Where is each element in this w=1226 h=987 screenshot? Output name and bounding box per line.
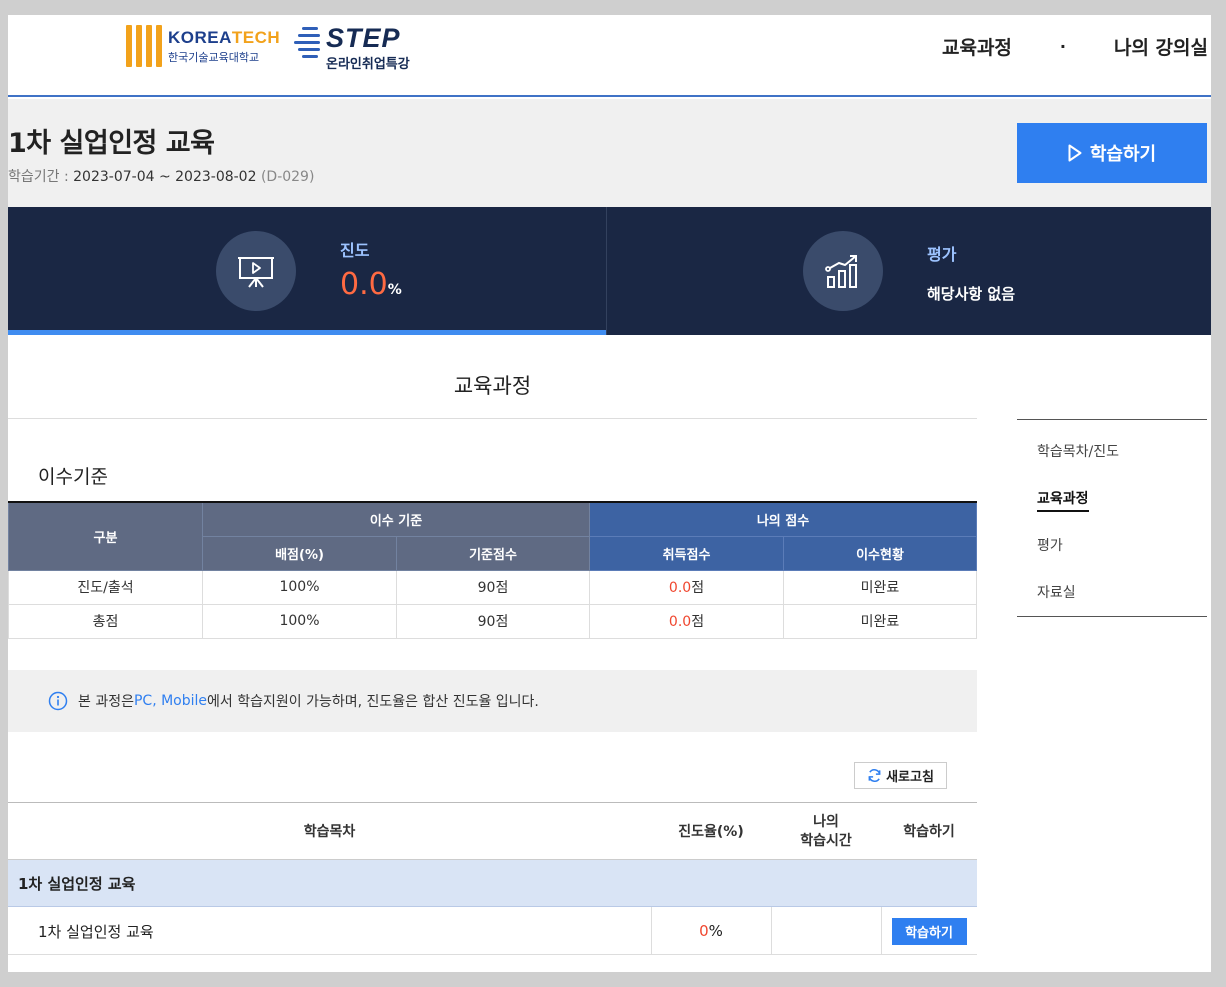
side-item-resources[interactable]: 자료실 [1037, 582, 1076, 602]
nav-curriculum[interactable]: 교육과정 [942, 33, 1012, 60]
notice-prefix: 본 과정은 [78, 694, 134, 710]
col-lesson-title: 학습목차 [303, 823, 356, 840]
lesson-study-button[interactable]: 학습하기 [891, 917, 967, 945]
row-category: 진도/출석 [8, 569, 203, 605]
stats-band: 진도 0.0% 평가 해당사항 없음 [0, 207, 1226, 335]
row-earned: 0.0점 [589, 569, 784, 605]
active-stat-indicator [8, 330, 606, 335]
section-title: 교육과정 [453, 374, 532, 398]
site-header: KOREATECH 한국기술교육대학교 STEP 온라인취업특강 교육과정 · … [0, 15, 1226, 97]
side-nav-bottom-line [1017, 616, 1207, 617]
course-title-band: 1차 실업인정 교육 학습기간 : 2023-07-04 ~ 2023-08-0… [0, 99, 1226, 207]
refresh-icon [868, 769, 881, 782]
table-row: 1차 실업인정 교육 0% 학습하기 [8, 907, 977, 955]
screenshot-frame [1211, 0, 1226, 987]
notice-box: 본 과정은 PC, Mobile 에서 학습지원이 가능하며, 진도율은 합산 … [8, 670, 977, 732]
group-criteria: 이수 기준 [202, 501, 590, 537]
table-row: 진도/출석 100% 90점 0.0점 미완료 [8, 569, 977, 605]
evaluation-label: 평가 [927, 245, 957, 264]
side-item-curriculum[interactable]: 교육과정 [1037, 488, 1089, 512]
evaluation-stat[interactable]: 평가 해당사항 없음 [607, 207, 1226, 335]
lesson-study-time [771, 907, 881, 955]
side-item-evaluation[interactable]: 평가 [1037, 535, 1063, 555]
lesson-group-row: 1차 실업인정 교육 [8, 860, 977, 907]
course-title: 1차 실업인정 교육 [8, 128, 215, 159]
lesson-progress: 0% [699, 922, 723, 940]
row-base: 90점 [396, 603, 590, 639]
criteria-heading: 이수기준 [38, 466, 108, 488]
refresh-button[interactable]: 새로고침 [854, 762, 947, 789]
step-logo-subtitle: 온라인취업특강 [326, 57, 410, 72]
refresh-label: 새로고침 [886, 769, 934, 784]
col-category: 구분 [8, 501, 203, 571]
row-status: 미완료 [783, 569, 977, 605]
top-nav: 교육과정 · 나의 강의실 [942, 33, 1208, 60]
lesson-action-cell: 학습하기 [881, 907, 977, 955]
row-status: 미완료 [783, 603, 977, 639]
col-earned-score: 취득점수 [589, 535, 784, 571]
side-nav-top-line [1017, 419, 1207, 420]
evaluation-value: 해당사항 없음 [927, 285, 1016, 303]
side-nav: 학습목차/진도 교육과정 평가 자료실 [1017, 419, 1207, 617]
study-period-value: 2023-07-04 ~ 2023-08-02 [73, 169, 257, 185]
progress-stat[interactable]: 진도 0.0% [0, 207, 606, 335]
koreatech-emblem-icon [126, 23, 162, 69]
row-earned: 0.0점 [589, 603, 784, 639]
step-logo-text: STEP [326, 23, 401, 53]
growth-chart-icon [803, 231, 883, 311]
col-weight: 배점(%) [202, 535, 397, 571]
row-weight: 100% [202, 603, 397, 639]
notice-suffix: 에서 학습지원이 가능하며, 진도율은 합산 진도율 입니다. [207, 694, 539, 710]
col-base-score: 기준점수 [396, 535, 590, 571]
lesson-title: 1차 실업인정 교육 [38, 922, 154, 941]
presentation-icon [216, 231, 296, 311]
row-category: 총점 [8, 603, 203, 639]
row-base: 90점 [396, 569, 590, 605]
dday-badge: (D-029) [260, 169, 315, 185]
criteria-table: 구분 이수 기준 나의 점수 배점(%) 기준점수 취득점수 이수현황 진도/출… [8, 501, 977, 639]
page: KOREATECH 한국기술교육대학교 STEP 온라인취업특강 교육과정 · … [0, 15, 1226, 972]
lesson-table-header: 학습목차 진도율(%) 나의 학습시간 학습하기 [8, 802, 977, 860]
step-emblem-icon [294, 27, 324, 59]
col-completion-status: 이수현황 [783, 535, 977, 571]
row-weight: 100% [202, 569, 397, 605]
nav-separator: · [1059, 37, 1066, 56]
side-item-lesson-progress[interactable]: 학습목차/진도 [1037, 441, 1119, 461]
progress-value: 0.0% [340, 267, 402, 302]
col-study-action: 학습하기 [903, 823, 955, 840]
nav-my-classroom[interactable]: 나의 강의실 [1114, 33, 1208, 60]
info-icon [48, 691, 68, 711]
col-my-study-time: 나의 학습시간 [800, 814, 852, 849]
col-progress-rate: 진도율(%) [678, 823, 744, 840]
screenshot-frame [0, 972, 1226, 987]
play-icon [1068, 144, 1082, 162]
screenshot-frame [0, 0, 1226, 15]
divider [8, 418, 977, 419]
table-row: 총점 100% 90점 0.0점 미완료 [8, 603, 977, 639]
progress-label: 진도 [340, 241, 370, 260]
logo-korea-subtitle: 한국기술교육대학교 [168, 50, 260, 64]
notice-platforms: PC, Mobile [133, 693, 208, 709]
start-study-label: 학습하기 [1089, 144, 1157, 164]
screenshot-frame [0, 0, 8, 987]
study-period: 학습기간 : 2023-07-04 ~ 2023-08-02 (D-029) [8, 166, 314, 186]
start-study-button[interactable]: 학습하기 [1017, 123, 1207, 183]
koreatech-logo[interactable]: KOREATECH 한국기술교육대학교 [126, 23, 280, 69]
group-my-score: 나의 점수 [589, 501, 977, 537]
study-period-label: 학습기간 : [8, 169, 74, 185]
